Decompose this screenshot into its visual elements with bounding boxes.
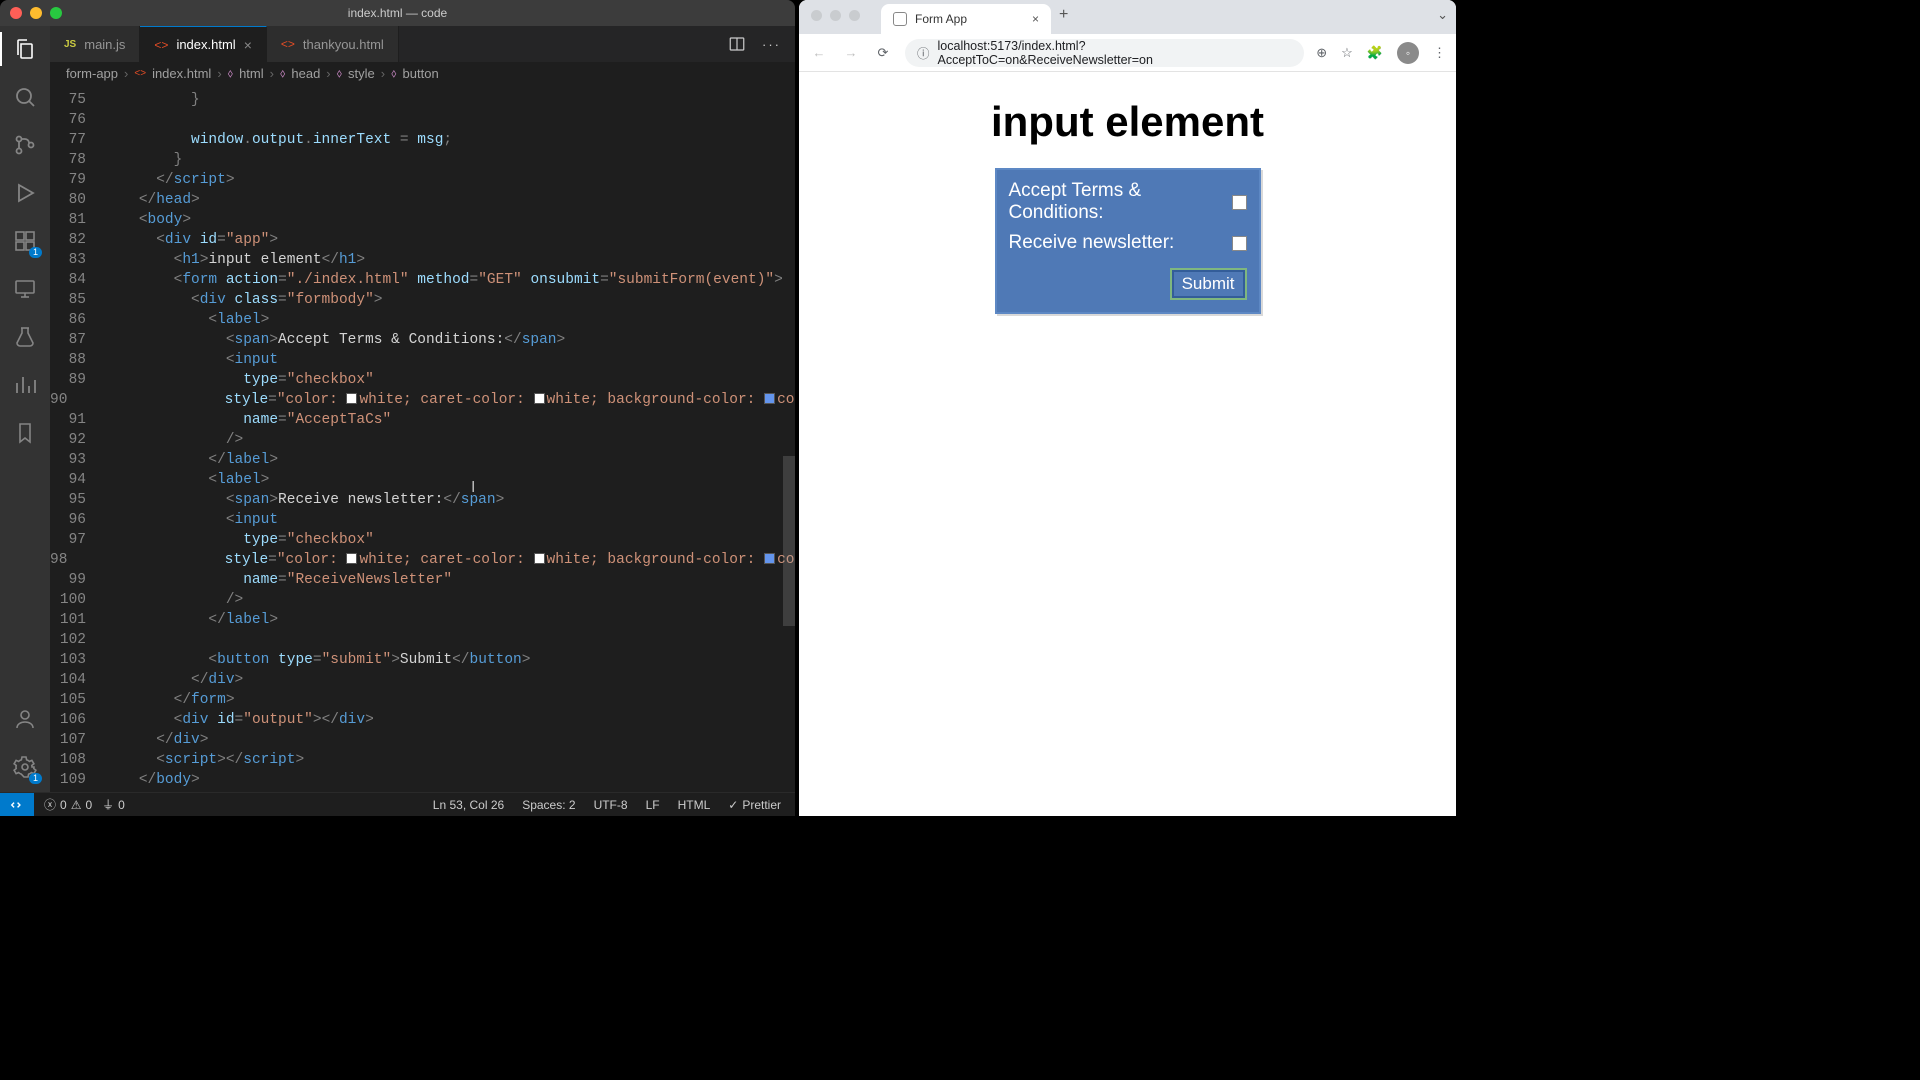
maximize-icon[interactable] [50,7,62,19]
breadcrumb-item[interactable]: form-app [66,66,118,81]
symbol-icon: ⬨ [228,66,233,81]
source-control-icon[interactable] [12,132,38,158]
extensions-icon[interactable]: 1 [12,228,38,254]
prettier-status[interactable]: ✓ Prettier [728,798,781,812]
activity-bar: 1 [0,26,50,792]
encoding[interactable]: UTF-8 [594,798,628,812]
favicon-icon [893,12,907,26]
window-title: index.html — code [348,6,447,20]
back-button[interactable]: ← [809,45,829,60]
traffic-lights[interactable] [811,10,860,21]
status-bar: ⓧ0 ⚠0 ⏚0 Ln 53, Col 26 Spaces: 2 UTF-8 L… [0,792,795,816]
radio-icon: ⏚ [102,796,114,813]
html-file-icon: <> [154,38,168,52]
site-info-icon[interactable]: ⓘ [917,43,930,62]
search-icon[interactable] [12,84,38,110]
badge: 1 [29,773,42,784]
language-mode[interactable]: HTML [678,798,711,812]
tab-index-html[interactable]: <> index.html × [140,26,266,62]
symbol-icon: ⬨ [391,66,396,81]
minimize-icon[interactable] [30,7,42,19]
symbol-icon: ⬨ [280,66,285,81]
code-editor[interactable]: 75 }7677 window.output.innerText = msg;7… [50,86,795,792]
page-content: input element Accept Terms & Conditions:… [799,72,1456,816]
close-icon[interactable]: × [1032,12,1039,26]
browser-tab[interactable]: Form App × [881,4,1051,34]
kebab-menu-icon[interactable]: ⋮ [1433,45,1446,61]
close-icon[interactable] [10,7,22,19]
browser-tabstrip: Form App × + ⌄ [799,0,1456,34]
warning-icon: ⚠ [71,798,82,812]
settings-gear-icon[interactable]: 1 [12,754,38,780]
breadcrumb-item[interactable]: head [291,66,320,81]
bookmark-icon[interactable] [12,420,38,446]
url-text: localhost:5173/index.html?AcceptToC=on&R… [938,39,1293,67]
error-icon: ⓧ [44,796,56,813]
address-bar[interactable]: ⓘ localhost:5173/index.html?AcceptToC=on… [905,39,1304,67]
tab-label: thankyou.html [303,37,384,52]
explorer-icon[interactable] [12,36,38,62]
breadcrumb-item[interactable]: style [348,66,375,81]
testing-icon[interactable] [12,324,38,350]
text-cursor-icon: I [471,479,475,497]
extensions-puzzle-icon[interactable]: 🧩 [1367,45,1383,61]
tab-main-js[interactable]: JS main.js [50,26,140,62]
indentation[interactable]: Spaces: 2 [522,798,575,812]
cursor-position[interactable]: Ln 53, Col 26 [433,798,504,812]
split-editor-icon[interactable] [728,35,746,53]
label-newsletter: Receive newsletter: [1009,232,1175,254]
scrollbar-thumb[interactable] [783,456,795,626]
js-file-icon: JS [64,39,76,50]
badge: 1 [29,247,42,258]
breadcrumb-item[interactable]: button [403,66,439,81]
minimize-icon[interactable] [830,10,841,21]
html-file-icon: <> [134,68,146,79]
search-icon[interactable]: ⊕ [1316,45,1327,61]
tab-thankyou-html[interactable]: <> thankyou.html [267,26,399,62]
editor-tabs: JS main.js <> index.html × <> thankyou.h… [50,26,795,62]
run-debug-icon[interactable] [12,180,38,206]
tab-label: main.js [84,37,125,52]
form-row-newsletter: Receive newsletter: [1009,232,1247,254]
account-icon[interactable] [12,706,38,732]
submit-button[interactable]: Submit [1170,268,1247,300]
page-heading: input element [991,98,1264,146]
chevron-down-icon[interactable]: ⌄ [1437,7,1448,27]
remote-indicator[interactable] [0,793,34,817]
forward-button[interactable]: → [841,45,861,60]
symbol-icon: ⬨ [337,66,342,81]
close-icon[interactable] [811,10,822,21]
browser-window: Form App × + ⌄ ← → ⟳ ⓘ localhost:5173/in… [799,0,1456,816]
editor-area: JS main.js <> index.html × <> thankyou.h… [50,26,795,792]
html-file-icon: <> [281,37,295,51]
vscode-titlebar[interactable]: index.html — code [0,0,795,26]
bookmark-star-icon[interactable]: ☆ [1341,45,1353,61]
chart-icon[interactable] [12,372,38,398]
more-actions-icon[interactable]: ··· [762,37,781,52]
tab-label: Form App [915,12,967,26]
vscode-window: index.html — code 1 [0,0,795,816]
ports-indicator[interactable]: ⏚0 [102,796,125,813]
traffic-lights[interactable] [10,7,62,19]
profile-avatar[interactable]: ◦ [1397,42,1419,64]
maximize-icon[interactable] [849,10,860,21]
breadcrumb-item[interactable]: index.html [152,66,211,81]
breadcrumbs[interactable]: form-app› <> index.html› ⬨ html› ⬨ head›… [50,62,795,86]
checkbox-newsletter[interactable] [1232,236,1247,251]
checkbox-accept-terms[interactable] [1232,195,1246,210]
problems-indicator[interactable]: ⓧ0 ⚠0 [44,796,92,813]
reload-button[interactable]: ⟳ [873,45,893,61]
breadcrumb-item[interactable]: html [239,66,264,81]
close-icon[interactable]: × [244,37,252,53]
browser-toolbar: ← → ⟳ ⓘ localhost:5173/index.html?Accept… [799,34,1456,72]
remote-explorer-icon[interactable] [12,276,38,302]
form-row-accept: Accept Terms & Conditions: [1009,180,1247,224]
tab-label: index.html [176,37,235,52]
new-tab-button[interactable]: + [1059,6,1068,28]
form-body: Accept Terms & Conditions: Receive newsl… [995,168,1261,314]
eol[interactable]: LF [646,798,660,812]
label-accept-terms: Accept Terms & Conditions: [1009,180,1233,224]
